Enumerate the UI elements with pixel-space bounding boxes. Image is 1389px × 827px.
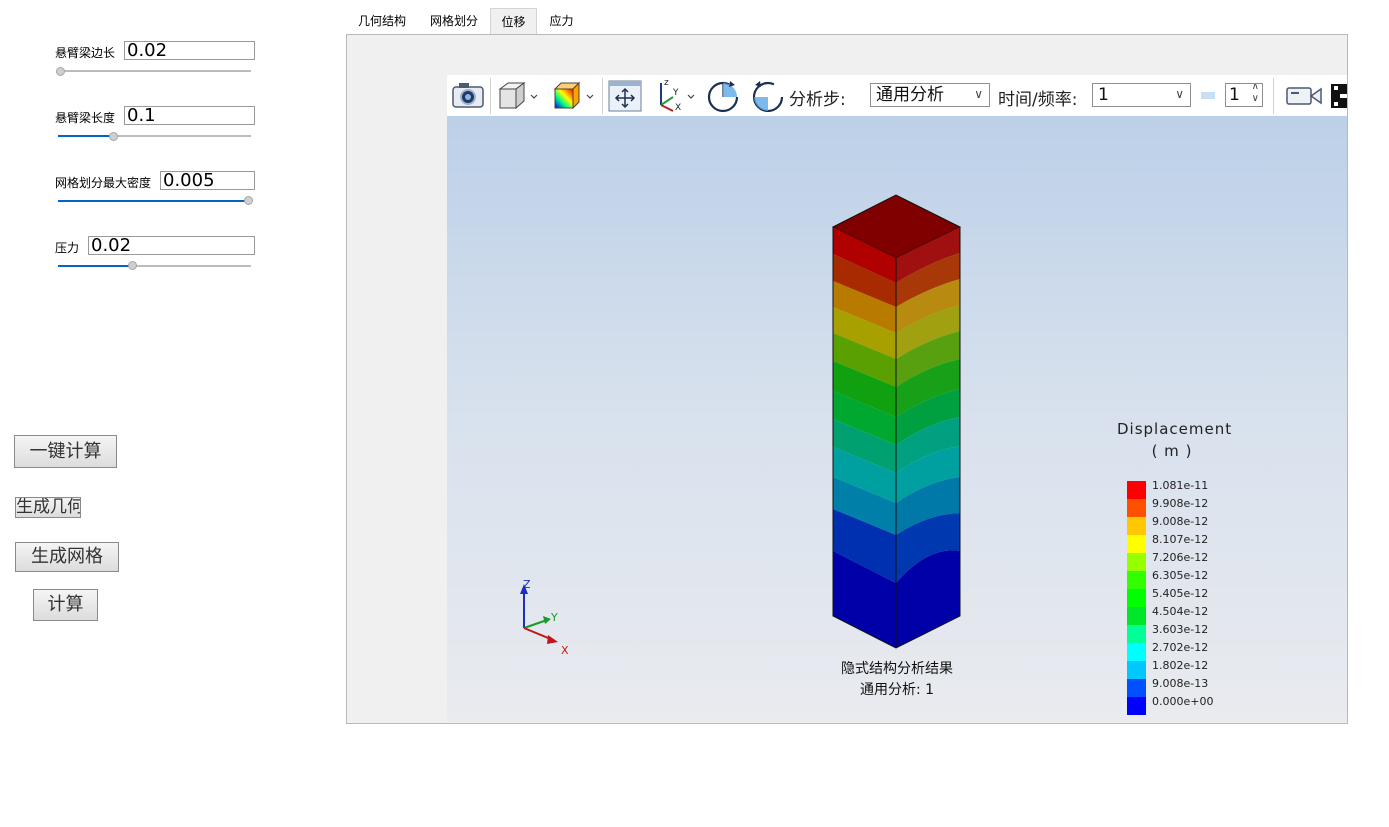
legend-swatch bbox=[1127, 679, 1146, 697]
legend-value: 7.206e-12 bbox=[1152, 551, 1209, 564]
compute-all-button[interactable]: 一键计算 bbox=[14, 435, 117, 468]
legend-value: 9.008e-12 bbox=[1152, 515, 1209, 528]
beam-length-slider-fill bbox=[58, 135, 112, 137]
rotate-cw-icon[interactable] bbox=[706, 78, 742, 114]
time-frequency-value: 1 bbox=[1098, 85, 1109, 105]
cube-view-icon[interactable] bbox=[496, 81, 538, 111]
legend-swatch bbox=[1127, 661, 1146, 679]
result-caption-title: 隐式结构分析结果 bbox=[841, 661, 953, 677]
mesh-density-input[interactable]: 0.005 bbox=[160, 171, 255, 190]
analysis-step-select[interactable]: 通用分析 ∨ bbox=[870, 83, 990, 107]
legend-value: 8.107e-12 bbox=[1152, 533, 1209, 546]
pressure-slider-handle[interactable] bbox=[128, 261, 137, 270]
analysis-step-value: 通用分析 bbox=[876, 85, 944, 105]
legend-value: 4.504e-12 bbox=[1152, 605, 1209, 618]
param-label-edge-length: 悬臂梁边长 bbox=[55, 46, 116, 60]
legend-swatch bbox=[1127, 697, 1146, 715]
analysis-step-label: 分析步: bbox=[789, 90, 846, 110]
camera-icon[interactable] bbox=[451, 80, 485, 110]
pressure-slider-fill bbox=[58, 265, 131, 267]
legend-swatch bbox=[1127, 589, 1146, 607]
svg-text:Y: Y bbox=[672, 88, 679, 98]
tab-geometry[interactable]: 几何结构 bbox=[347, 8, 417, 34]
tab-stress[interactable]: 应力 bbox=[538, 8, 585, 34]
legend-swatch bbox=[1127, 481, 1146, 499]
edge-length-slider[interactable] bbox=[58, 70, 251, 72]
tab-displacement[interactable]: 位移 bbox=[490, 8, 537, 34]
pressure-input[interactable]: 0.02 bbox=[88, 236, 255, 255]
beam-length-input[interactable]: 0.1 bbox=[124, 106, 255, 125]
legend-value: 3.603e-12 bbox=[1152, 623, 1209, 636]
legend-value: 9.008e-13 bbox=[1152, 677, 1209, 690]
3d-viewport[interactable]: Z Y X 隐式结构分析结果 通用分析: 1 Displacement ( m … bbox=[447, 116, 1347, 722]
triad-y-label: Y bbox=[550, 611, 558, 624]
time-frequency-label: 时间/频率: bbox=[998, 90, 1078, 110]
frame-value: 1 bbox=[1229, 85, 1240, 105]
mesh-density-slider-handle[interactable] bbox=[244, 196, 253, 205]
legend-value: 6.305e-12 bbox=[1152, 569, 1209, 582]
svg-text:X: X bbox=[675, 103, 681, 113]
legend-swatch bbox=[1127, 571, 1146, 589]
tab-mesh[interactable]: 网格划分 bbox=[419, 8, 489, 34]
legend-swatch bbox=[1127, 535, 1146, 553]
rotate-ccw-icon[interactable] bbox=[750, 78, 786, 114]
legend-value: 5.405e-12 bbox=[1152, 587, 1209, 600]
legend-swatch bbox=[1127, 607, 1146, 625]
frame-spinbox[interactable]: 1 ∧ ∨ bbox=[1225, 83, 1263, 107]
video-camera-icon[interactable] bbox=[1285, 84, 1325, 108]
param-label-mesh-density: 网格划分最大密度 bbox=[55, 176, 152, 190]
legend-swatch bbox=[1127, 499, 1146, 517]
legend-value: 0.000e+00 bbox=[1152, 695, 1214, 708]
pan-icon[interactable] bbox=[608, 80, 642, 112]
legend-swatch bbox=[1127, 643, 1146, 661]
legend-swatch bbox=[1127, 517, 1146, 535]
legend-swatch bbox=[1127, 625, 1146, 643]
coordinate-triad: Z Y X bbox=[520, 578, 569, 657]
legend-value: 1.081e-11 bbox=[1152, 479, 1209, 492]
beam-displacement-plot bbox=[831, 194, 962, 649]
mesh-density-slider-fill bbox=[58, 200, 248, 202]
beam-length-slider-handle[interactable] bbox=[109, 132, 118, 141]
compute-button[interactable]: 计算 bbox=[33, 589, 98, 621]
legend-value: 1.802e-12 bbox=[1152, 659, 1209, 672]
viewer-toolbar: z Y X 分析步: 通用分析 ∨ 时间/频率: 1 ∨ 1 ∧ ∨ bbox=[447, 75, 1347, 117]
legend-unit: ( m ) bbox=[1151, 442, 1193, 460]
chevron-down-icon: ∨ bbox=[974, 87, 983, 101]
triad-x-label: X bbox=[561, 644, 569, 657]
frame-slider-icon[interactable] bbox=[1201, 92, 1215, 99]
triad-z-label: Z bbox=[523, 578, 531, 591]
legend-value: 2.702e-12 bbox=[1152, 641, 1209, 654]
edge-length-input[interactable]: 0.02 bbox=[124, 41, 255, 60]
legend-swatch bbox=[1127, 553, 1146, 571]
chevron-down-icon: ∨ bbox=[1175, 87, 1184, 101]
edge-length-slider-handle[interactable] bbox=[56, 67, 65, 76]
spin-arrows-icon[interactable]: ∧ ∨ bbox=[1252, 84, 1259, 105]
result-caption-step: 通用分析: 1 bbox=[859, 682, 935, 698]
contour-icon[interactable] bbox=[551, 81, 595, 111]
axes-icon[interactable]: z Y X bbox=[653, 77, 699, 113]
param-label-beam-length: 悬臂梁长度 bbox=[55, 111, 116, 125]
param-label-pressure: 压力 bbox=[55, 241, 80, 255]
legend-title: Displacement bbox=[1117, 420, 1233, 438]
record-icon[interactable] bbox=[1331, 84, 1347, 108]
time-frequency-select[interactable]: 1 ∨ bbox=[1092, 83, 1191, 107]
legend-value: 9.908e-12 bbox=[1152, 497, 1209, 510]
generate-mesh-button[interactable]: 生成网格 bbox=[15, 542, 119, 572]
svg-text:z: z bbox=[664, 78, 669, 88]
generate-geometry-button[interactable]: 生成几何 bbox=[15, 497, 81, 518]
